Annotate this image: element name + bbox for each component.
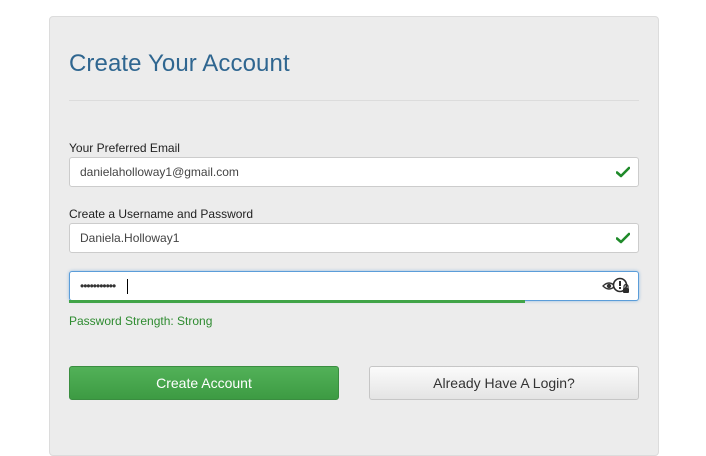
credentials-label: Create a Username and Password bbox=[69, 207, 254, 221]
divider bbox=[69, 100, 639, 101]
page-title: Create Your Account bbox=[69, 50, 290, 77]
email-field[interactable]: danielaholloway1@gmail.com bbox=[69, 157, 639, 187]
password-strength-bar bbox=[69, 300, 525, 303]
email-value: danielaholloway1@gmail.com bbox=[80, 165, 239, 179]
login-button[interactable]: Already Have A Login? bbox=[369, 366, 639, 400]
check-icon bbox=[616, 232, 630, 244]
create-account-button[interactable]: Create Account bbox=[69, 366, 339, 400]
password-field[interactable]: ••••••••••• bbox=[69, 271, 639, 301]
username-value: Daniela.Holloway1 bbox=[80, 231, 180, 245]
email-label: Your Preferred Email bbox=[69, 141, 180, 155]
password-value: ••••••••••• bbox=[80, 279, 116, 293]
text-caret bbox=[127, 279, 128, 294]
create-account-panel: Create Your Account Your Preferred Email… bbox=[49, 16, 659, 456]
username-field[interactable]: Daniela.Holloway1 bbox=[69, 223, 639, 253]
check-icon bbox=[616, 166, 630, 178]
key-icon[interactable] bbox=[612, 277, 630, 295]
password-strength-text: Password Strength: Strong bbox=[69, 314, 213, 328]
